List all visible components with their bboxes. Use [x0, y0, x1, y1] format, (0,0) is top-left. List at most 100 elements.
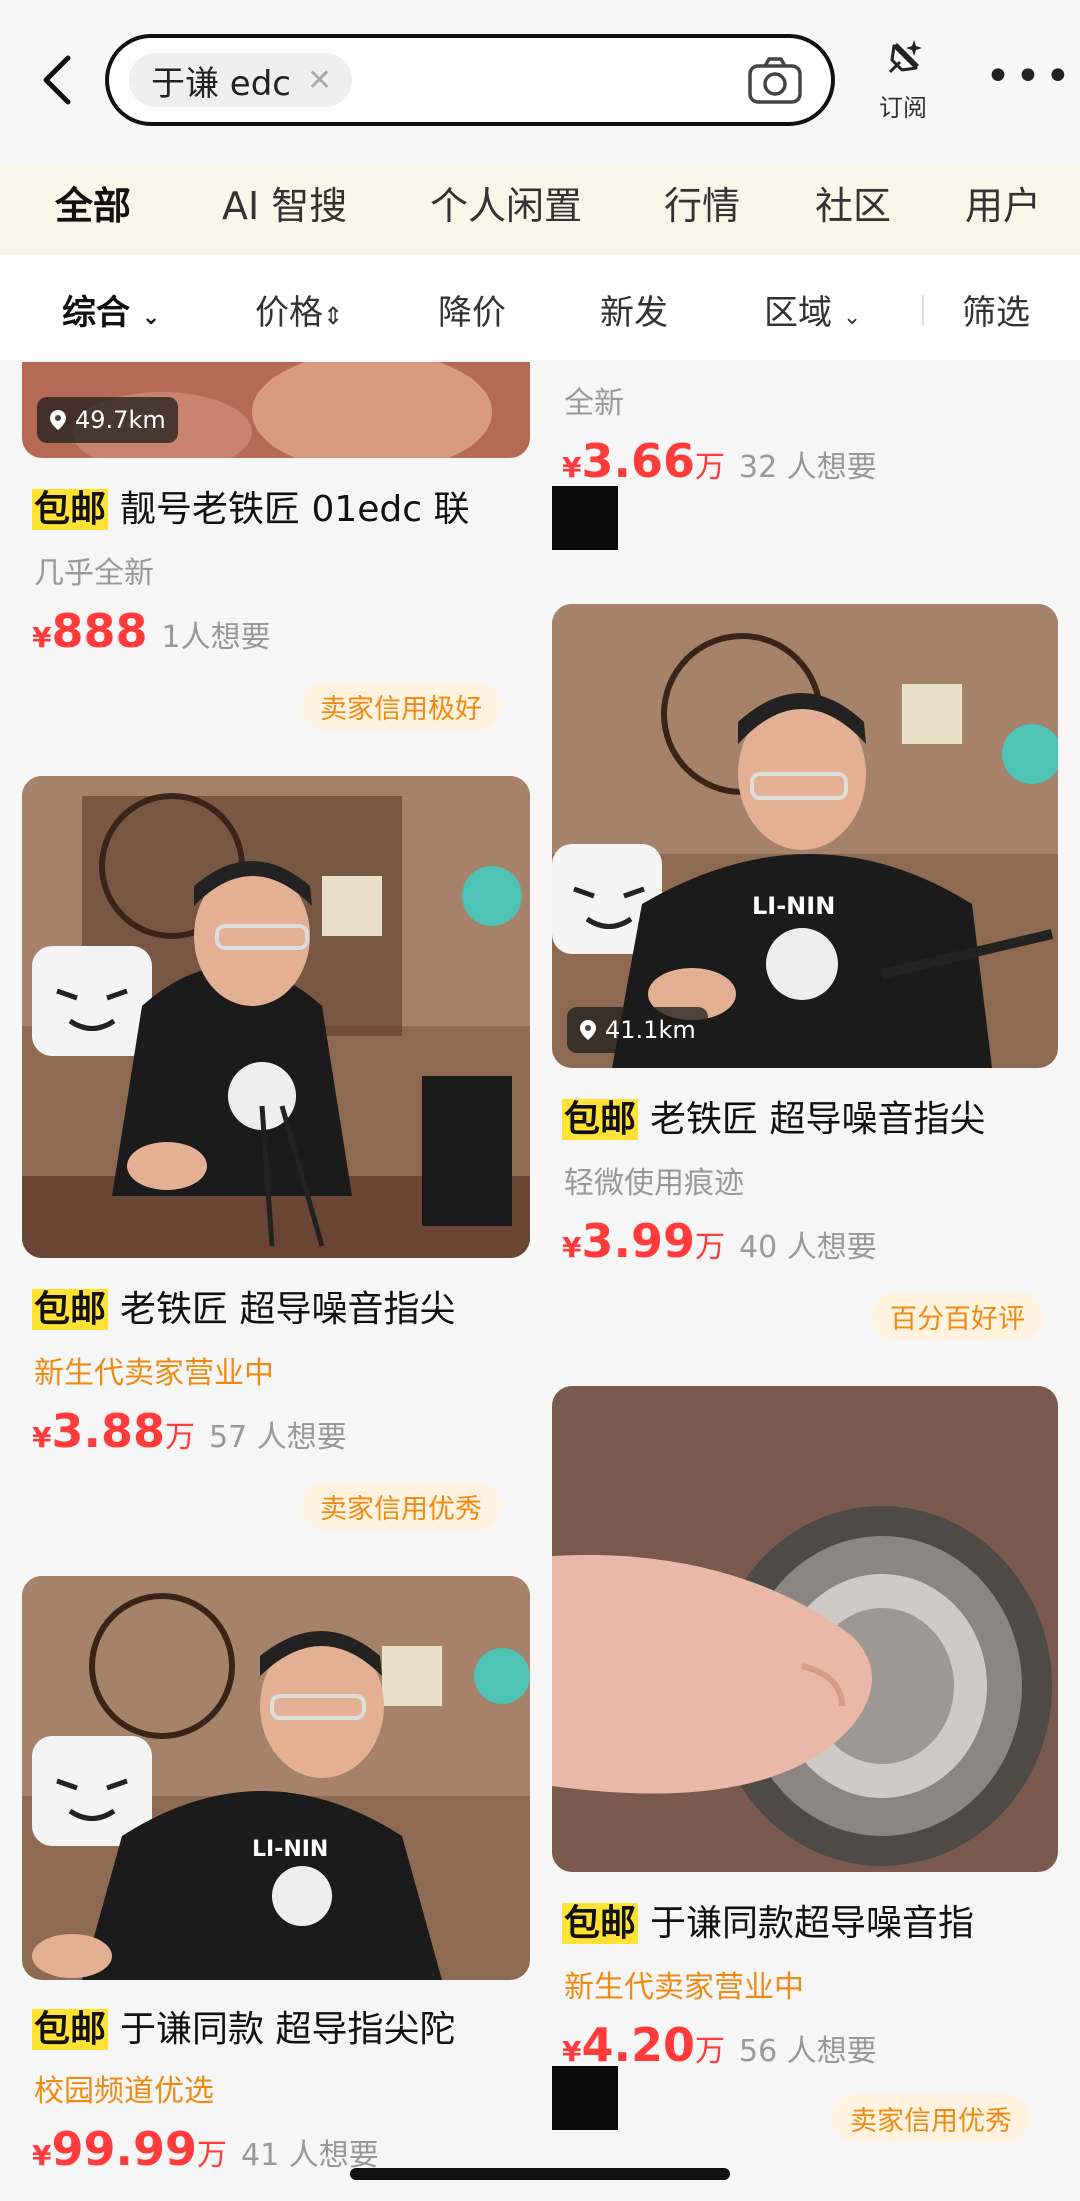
- pin-star-icon: [888, 40, 922, 74]
- location-pin-icon: [50, 410, 66, 430]
- filter-price-label: 价格: [255, 293, 323, 333]
- subscribe-label: 订阅: [879, 94, 927, 122]
- clear-query-icon[interactable]: ✕: [307, 63, 332, 98]
- currency-symbol: ¥: [562, 451, 582, 484]
- currency-symbol: ¥: [32, 2139, 52, 2172]
- want-count: 57 人想要: [208, 1420, 347, 1455]
- product-title[interactable]: 包邮 老铁匠 超导噪音指尖: [32, 1280, 502, 1332]
- tab-all-label: 全部: [55, 184, 132, 228]
- price-value: 4.20: [581, 2018, 695, 2072]
- price-value: 3.99: [581, 1214, 695, 1268]
- product-title-text: 老铁匠 超导噪音指尖: [650, 1099, 986, 1140]
- seller-note: 新生代卖家营业中: [564, 1970, 804, 2005]
- product-image[interactable]: 49.7km: [22, 362, 530, 458]
- studio-photo: LI-NIN: [552, 604, 1058, 1068]
- tab-personal-idle[interactable]: 个人闲置: [430, 175, 582, 230]
- free-shipping-tag: 包邮: [32, 1289, 109, 1330]
- tab-market[interactable]: 行情: [664, 175, 740, 230]
- camera-icon[interactable]: [747, 56, 803, 106]
- product-price: ¥888 1人想要: [32, 604, 271, 658]
- distance-badge: 49.7km: [37, 397, 178, 443]
- price-unit: 万: [694, 450, 725, 485]
- product-price: ¥4.20万 56 人想要: [562, 2018, 877, 2072]
- product-title[interactable]: 包邮 于谦同款 超导指尖陀: [32, 2000, 502, 2052]
- distance-text: 49.7km: [75, 406, 166, 434]
- tab-users[interactable]: 用户: [965, 175, 1041, 230]
- seller-badge: 卖家信用极好: [302, 682, 500, 730]
- redacted-avatar: [552, 2066, 618, 2130]
- price-unit: 万: [694, 1230, 725, 1265]
- want-count: 40 人想要: [738, 1230, 877, 1265]
- product-title-text: 于谦同款超导噪音指: [650, 1903, 975, 1944]
- distance-badge: 41.1km: [567, 1007, 708, 1053]
- price-value: 3.66: [581, 434, 695, 488]
- filter-new[interactable]: 新发: [600, 285, 668, 334]
- home-indicator: [350, 2168, 730, 2180]
- product-image[interactable]: [22, 776, 530, 1258]
- product-image[interactable]: LI-NIN: [22, 1576, 530, 1980]
- more-icon[interactable]: •••: [985, 55, 1071, 102]
- price-value: 99.99: [51, 2122, 197, 2176]
- want-count: 32 人想要: [738, 450, 877, 485]
- location-pin-icon: [580, 1020, 596, 1040]
- seller-badge: 卖家信用优秀: [832, 2094, 1030, 2142]
- filter-price-drop[interactable]: 降价: [438, 285, 506, 334]
- studio-photo: LI-NIN: [22, 1576, 530, 1980]
- product-title[interactable]: 包邮 靓号老铁匠 01edc 联: [32, 480, 502, 532]
- product-price: ¥3.88万 57 人想要: [32, 1404, 347, 1458]
- back-arrow-icon[interactable]: [38, 52, 78, 108]
- product-title-text: 老铁匠 超导噪音指尖: [120, 1289, 456, 1330]
- product-price: ¥3.99万 40 人想要: [562, 1214, 877, 1268]
- product-title[interactable]: 包邮 于谦同款超导噪音指: [562, 1894, 1058, 1946]
- search-query-text: 于谦 edc: [151, 63, 292, 104]
- product-condition: 全新: [564, 386, 624, 421]
- chevron-down-icon: ⌄: [141, 305, 161, 330]
- product-price: ¥3.66万 32 人想要: [562, 434, 877, 488]
- product-image[interactable]: [552, 1386, 1058, 1872]
- ring-photo: [552, 1386, 1058, 1872]
- seller-badge: 百分百好评: [872, 1292, 1043, 1340]
- filter-region-label: 区域: [764, 293, 832, 333]
- redacted-avatar: [552, 486, 618, 550]
- search-query-chip[interactable]: 于谦 edc ✕: [129, 53, 353, 107]
- tab-community[interactable]: 社区: [815, 175, 891, 230]
- free-shipping-tag: 包邮: [562, 1903, 639, 1944]
- filter-price[interactable]: 价格⇕: [255, 285, 343, 334]
- product-price: ¥99.99万 41 人想要: [32, 2122, 379, 2176]
- filter-region[interactable]: 区域 ⌄: [764, 285, 861, 334]
- svg-text:LI-NIN: LI-NIN: [252, 1837, 328, 1862]
- product-condition: 轻微使用痕迹: [564, 1166, 744, 1201]
- filter-divider: [922, 295, 924, 325]
- seller-badge: 卖家信用优秀: [302, 1482, 500, 1530]
- currency-symbol: ¥: [562, 1231, 582, 1264]
- product-title-text: 于谦同款 超导指尖陀: [120, 2009, 456, 2050]
- product-image[interactable]: LI-NIN 41.1km: [552, 604, 1058, 1068]
- seller-note: 新生代卖家营业中: [34, 1356, 274, 1391]
- seller-note: 校园频道优选: [34, 2074, 214, 2109]
- studio-photo: [22, 776, 530, 1258]
- tab-all[interactable]: 全部: [55, 175, 132, 230]
- subscribe-button[interactable]: 订阅: [868, 36, 938, 126]
- currency-symbol: ¥: [562, 2035, 582, 2068]
- search-box[interactable]: 于谦 edc ✕: [105, 34, 835, 126]
- filter-screen[interactable]: 筛选: [962, 285, 1030, 334]
- price-unit: 万: [164, 1420, 195, 1455]
- product-title-text: 靓号老铁匠 01edc 联: [120, 489, 470, 530]
- free-shipping-tag: 包邮: [32, 489, 109, 530]
- tab-ai-search[interactable]: AI 智搜: [222, 175, 347, 230]
- filter-bar: [0, 255, 1080, 360]
- product-condition: 几乎全新: [34, 556, 154, 591]
- currency-symbol: ¥: [32, 1421, 52, 1454]
- filter-sort-label: 综合: [62, 293, 130, 333]
- filter-sort[interactable]: 综合 ⌄: [62, 285, 160, 334]
- price-value: 888: [51, 604, 148, 658]
- price-unit: 万: [694, 2034, 725, 2069]
- price-value: 3.88: [51, 1404, 165, 1458]
- want-count: 56 人想要: [738, 2034, 877, 2069]
- want-count: 1人想要: [161, 620, 271, 655]
- free-shipping-tag: 包邮: [562, 1099, 639, 1140]
- product-title[interactable]: 包邮 老铁匠 超导噪音指尖: [562, 1090, 1058, 1142]
- sort-updown-icon: ⇕: [323, 302, 344, 330]
- currency-symbol: ¥: [32, 621, 52, 654]
- distance-text: 41.1km: [605, 1016, 696, 1044]
